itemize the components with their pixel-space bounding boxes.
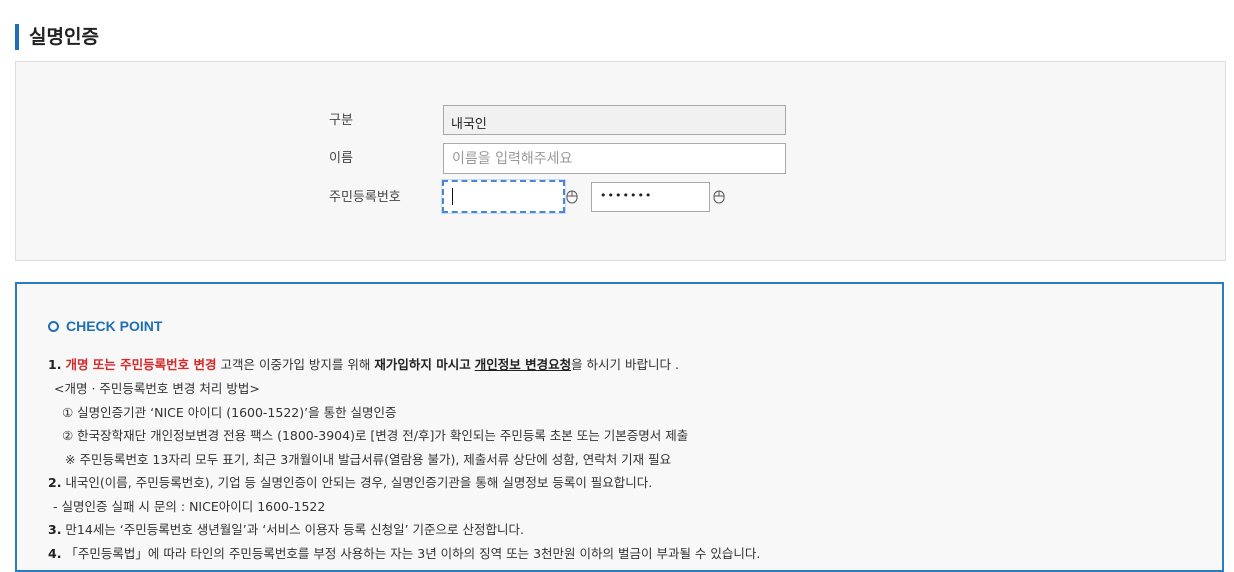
- page-title: 실명인증: [15, 24, 99, 50]
- type-field: 내국인: [443, 105, 786, 135]
- type-label: 구분: [329, 113, 353, 128]
- item3-text: 만14세는 ‘주민등록번호 생년월일’과 ‘서비스 이용자 등록 신청일’ 기준…: [61, 522, 524, 537]
- mouse-icon[interactable]: [713, 190, 725, 204]
- text-caret: [452, 188, 453, 205]
- checkpoint-title: CHECK POINT: [48, 318, 162, 334]
- type-value: 내국인: [451, 117, 487, 132]
- item-number: 3.: [48, 522, 62, 537]
- checkpoint-item-4: 4. 「주민등록법」에 따라 타인의 주민등록번호를 부정 사용하는 자는 3년…: [48, 543, 760, 562]
- rrn-back-input[interactable]: •••••••: [591, 182, 710, 212]
- checkpoint-box: CHECK POINT 1. 개명 또는 주민등록번호 변경 고객은 이중가입 …: [15, 282, 1224, 572]
- rrn-back-masked: •••••••: [600, 189, 653, 202]
- circle-bullet-icon: [48, 320, 59, 332]
- name-field[interactable]: [443, 143, 786, 174]
- item1-sub-2: ② 한국장학재단 개인정보변경 전용 팩스 (1800-3904)로 [변경 전…: [62, 428, 689, 443]
- item-number: 4.: [48, 546, 62, 561]
- mouse-icon[interactable]: [566, 190, 578, 204]
- item1-highlight: 개명 또는 주민등록번호 변경: [65, 357, 217, 372]
- item1-bold: 재가입하지 마시고: [374, 357, 471, 372]
- name-label: 이름: [329, 151, 353, 166]
- checkpoint-item-1: 1. 개명 또는 주민등록번호 변경 고객은 이중가입 방지를 위해 재가입하지…: [48, 354, 679, 373]
- identity-form: 구분 내국인 이름 주민등록번호 - •••••••: [15, 61, 1226, 261]
- rrn-front-input[interactable]: [442, 180, 565, 213]
- name-input[interactable]: [444, 144, 785, 173]
- item2-sub: - 실명인증 실패 시 문의 : NICE아이디 1600-1522: [53, 499, 326, 514]
- checkpoint-title-text: CHECK POINT: [66, 318, 163, 334]
- item1-sub-3: ※ 주민등록번호 13자리 모두 표기, 최근 3개월이내 발급서류(열람용 불…: [65, 452, 672, 467]
- item1-underline: 개인정보 변경요청: [474, 357, 572, 372]
- item2-text: 내국인(이름, 주민등록번호), 기업 등 실명인증이 안되는 경우, 실명인증…: [61, 475, 653, 490]
- item1-text-c: 을 하시기 바랍니다 .: [571, 357, 679, 372]
- rrn-label: 주민등록번호: [329, 190, 401, 205]
- checkpoint-item-3: 3. 만14세는 ‘주민등록번호 생년월일’과 ‘서비스 이용자 등록 신청일’…: [48, 519, 524, 538]
- item-number: 2.: [48, 475, 62, 490]
- checkpoint-item-2: 2. 내국인(이름, 주민등록번호), 기업 등 실명인증이 안되는 경우, 실…: [48, 472, 652, 491]
- item1-sub-heading: <개명 · 주민등록번호 변경 처리 방법>: [54, 381, 260, 396]
- item4-text: 「주민등록법」에 따라 타인의 주민등록번호를 부정 사용하는 자는 3년 이하…: [61, 546, 761, 561]
- item-number: 1.: [48, 357, 62, 372]
- item1-text-a: 고객은 이중가입 방지를 위해: [216, 357, 375, 372]
- item1-sub-1: ① 실명인증기관 ‘NICE 아이디 (1600-1522)’을 통한 실명인증: [62, 405, 397, 420]
